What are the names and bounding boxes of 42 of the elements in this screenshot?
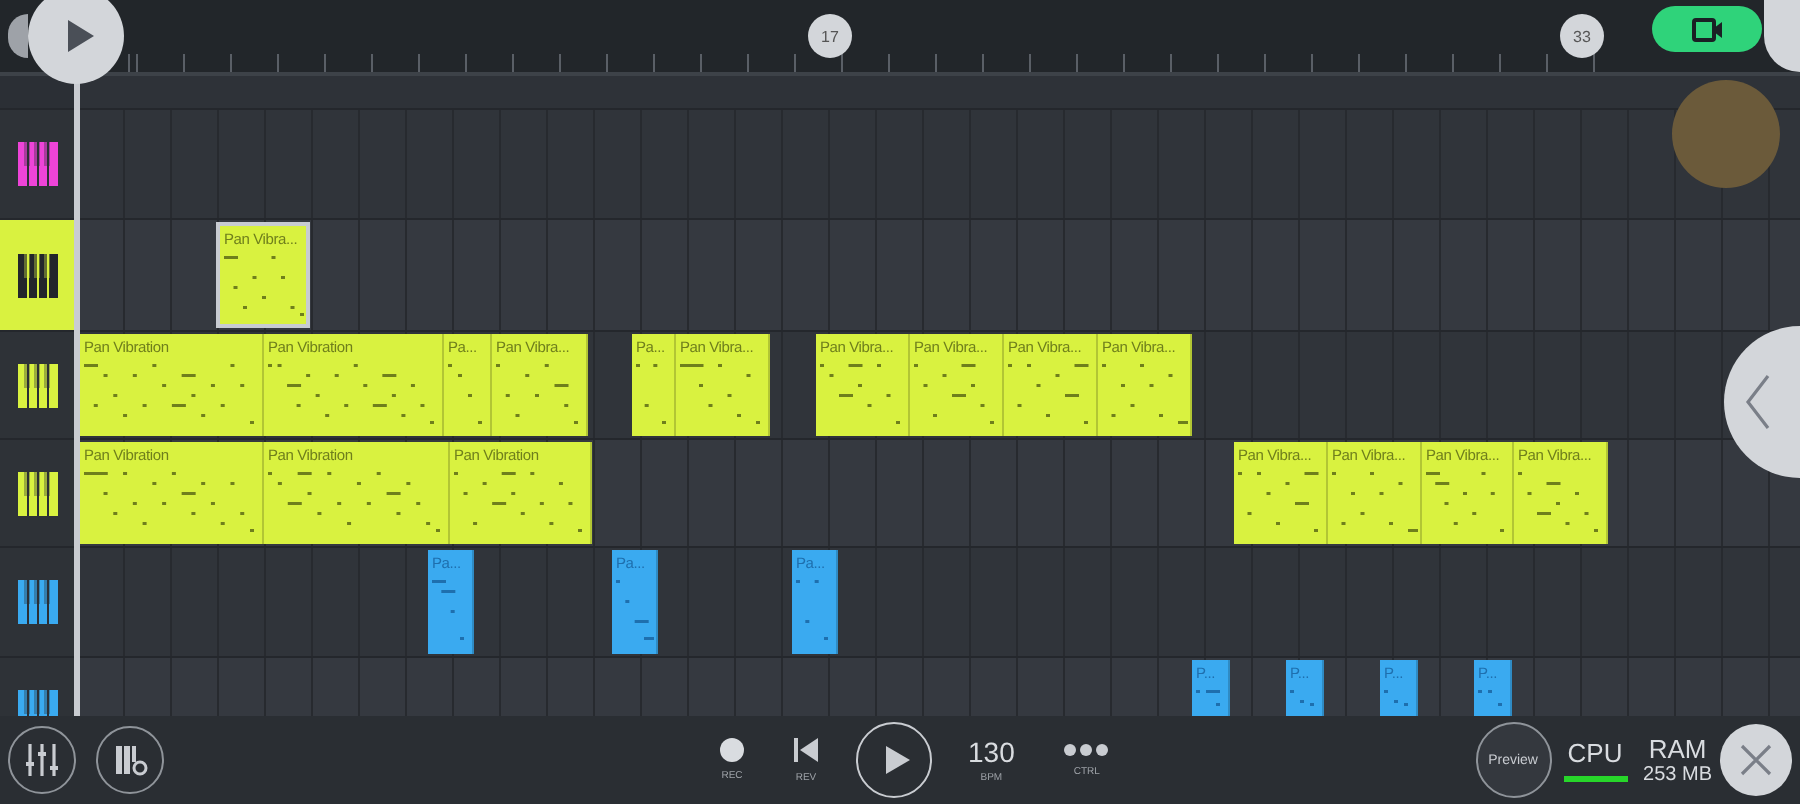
instrument-settings-button[interactable] xyxy=(96,726,164,794)
video-camera-icon xyxy=(1691,17,1723,41)
play-icon xyxy=(64,18,96,54)
ram-value: 253 MB xyxy=(1643,764,1712,786)
note-pattern-drawing xyxy=(428,580,470,640)
close-button[interactable] xyxy=(1720,724,1792,796)
note-pattern-drawing xyxy=(1192,690,1226,706)
piano-icon xyxy=(18,253,58,297)
play-button[interactable] xyxy=(856,722,932,798)
note-pattern-drawing xyxy=(1004,364,1094,424)
piano-gear-icon xyxy=(110,740,150,780)
dots-icon xyxy=(1062,742,1111,758)
note-pattern-drawing xyxy=(492,364,584,424)
recorder-bubble[interactable] xyxy=(1764,0,1800,72)
note-pattern-drawing xyxy=(450,472,588,532)
note-pattern-drawing xyxy=(1098,364,1188,424)
note-pattern-drawing xyxy=(1474,690,1508,706)
note-pattern-drawing xyxy=(220,256,306,316)
note-pattern-drawing xyxy=(1286,690,1320,706)
note-pattern-drawing xyxy=(816,364,906,424)
note-pattern-drawing xyxy=(632,364,672,424)
bar-marker[interactable]: 17 xyxy=(808,14,852,58)
note-pattern-drawing xyxy=(1514,472,1604,532)
screen-record-button[interactable] xyxy=(1652,6,1762,52)
note-pattern-drawing xyxy=(444,364,488,424)
note-pattern-drawing xyxy=(612,580,654,640)
mixer-button[interactable] xyxy=(8,726,76,794)
mixer-sliders-icon xyxy=(22,740,62,780)
note-pattern-drawing xyxy=(1380,690,1414,706)
note-pattern-drawing xyxy=(1422,472,1510,532)
close-icon xyxy=(1738,742,1774,778)
note-pattern-drawing xyxy=(1328,472,1418,532)
note-pattern-drawing xyxy=(676,364,766,424)
note-pattern-drawing xyxy=(1234,472,1324,532)
note-pattern-drawing xyxy=(792,580,834,640)
ram-label: RAM xyxy=(1648,734,1707,764)
cpu-label: CPU xyxy=(1567,738,1623,768)
bar-marker[interactable]: 33 xyxy=(1560,14,1604,58)
skip-back-icon xyxy=(792,736,820,764)
play-icon xyxy=(883,744,911,776)
note-pattern-drawing xyxy=(910,364,1000,424)
chevron-left-icon xyxy=(1744,372,1772,432)
